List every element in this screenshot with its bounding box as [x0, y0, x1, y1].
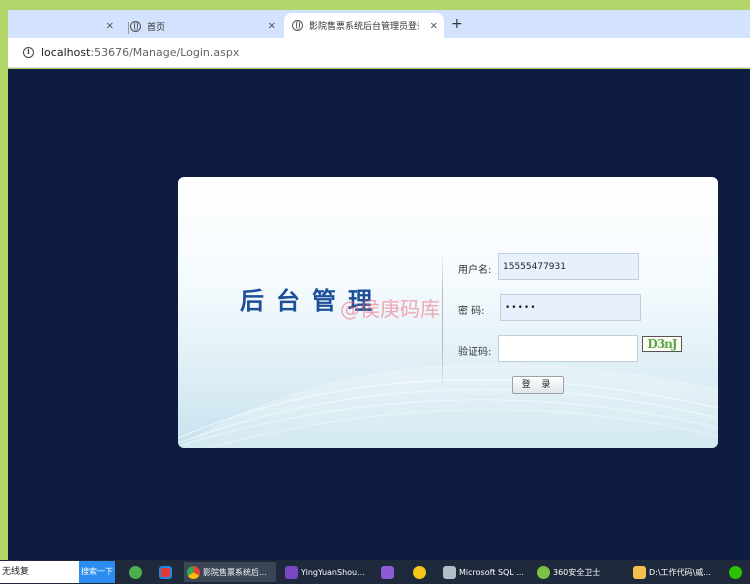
password-label: 密 码:	[458, 306, 485, 317]
taskbar-item-label: Microsoft SQL ...	[459, 567, 524, 577]
game-icon	[413, 565, 426, 579]
username-label: 用户名:	[458, 265, 492, 276]
close-icon[interactable]: ×	[106, 21, 114, 32]
screen-capture-icon	[159, 565, 172, 579]
folder-icon	[633, 565, 646, 579]
taskbar-app-game[interactable]	[410, 562, 429, 582]
wechat-icon	[729, 565, 742, 579]
taskbar-item-folder[interactable]: D:\工作代码\威...	[630, 562, 720, 582]
taskbar-app-wechat[interactable]	[726, 562, 745, 582]
url-text[interactable]: localhost:53676/Manage/Login.aspx	[41, 46, 239, 59]
captcha-label: 验证码:	[458, 347, 492, 358]
sql-server-icon	[443, 565, 456, 579]
watermark-text: @侯庚码库	[340, 297, 440, 321]
taskbar-app-browser360[interactable]	[126, 562, 145, 582]
password-input[interactable]: •••••	[500, 294, 641, 321]
url-path: :53676/Manage/Login.aspx	[90, 46, 240, 59]
close-icon[interactable]: ×	[430, 20, 438, 31]
tab-login-active[interactable]: 影院售票系统后台管理员登录 ×	[284, 13, 444, 38]
shield-icon	[537, 565, 550, 579]
taskbar-item-label: YingYuanShou...	[301, 567, 365, 577]
taskbar-item-360-security[interactable]: 360安全卫士	[534, 562, 614, 582]
taskbar-item-sql-server[interactable]: Microsoft SQL ...	[440, 562, 528, 582]
close-icon[interactable]: ×	[268, 21, 276, 32]
login-panel: 后台管理 @侯庚码库 用户名: 15555477931 密 码: ••••• 验…	[178, 177, 718, 448]
globe-icon	[130, 20, 141, 32]
username-input[interactable]: 15555477931	[498, 253, 639, 280]
visual-studio-icon	[285, 565, 298, 579]
captcha-input[interactable]	[498, 335, 638, 362]
globe-icon	[292, 20, 303, 31]
page-content: 后台管理 @侯庚码库 用户名: 15555477931 密 码: ••••• 验…	[8, 69, 750, 560]
taskbar-app-screen[interactable]	[156, 562, 175, 582]
taskbar-item-label: 影院售票系统后...	[203, 567, 267, 577]
url-host: localhost	[41, 46, 91, 59]
divider	[442, 251, 443, 391]
taskbar-search-input[interactable]: 无线复	[0, 561, 79, 583]
taskbar-item-chrome[interactable]: 影院售票系统后...	[184, 562, 276, 582]
info-icon[interactable]: i	[23, 47, 34, 58]
taskbar-item-visual-studio[interactable]: YingYuanShou...	[282, 562, 372, 582]
address-bar[interactable]: i localhost:53676/Manage/Login.aspx	[8, 38, 750, 68]
taskbar-app-vs[interactable]	[378, 562, 397, 582]
chrome-icon	[187, 565, 200, 579]
tab-strip: × 首页 × 影院售票系统后台管理员登录 × +	[8, 10, 750, 38]
browser-360-icon	[129, 565, 142, 579]
tab-login-label: 影院售票系统后台管理员登录	[309, 22, 419, 32]
captcha-image[interactable]: D3nJ	[642, 336, 682, 352]
taskbar-search-button[interactable]: 搜索一下	[79, 561, 115, 583]
tab-home[interactable]: 首页 ×	[122, 14, 282, 38]
taskbar: 无线复 搜索一下 影院售票系统后... YingYuanShou... Micr…	[0, 560, 750, 584]
tab-first[interactable]: ×	[8, 14, 120, 38]
visual-studio-icon	[381, 565, 394, 579]
new-tab-button[interactable]: +	[451, 16, 463, 32]
tab-home-label: 首页	[147, 22, 166, 33]
login-button[interactable]: 登 录	[512, 376, 564, 394]
taskbar-item-label: D:\工作代码\威...	[649, 567, 711, 577]
taskbar-item-label: 360安全卫士	[553, 567, 601, 577]
